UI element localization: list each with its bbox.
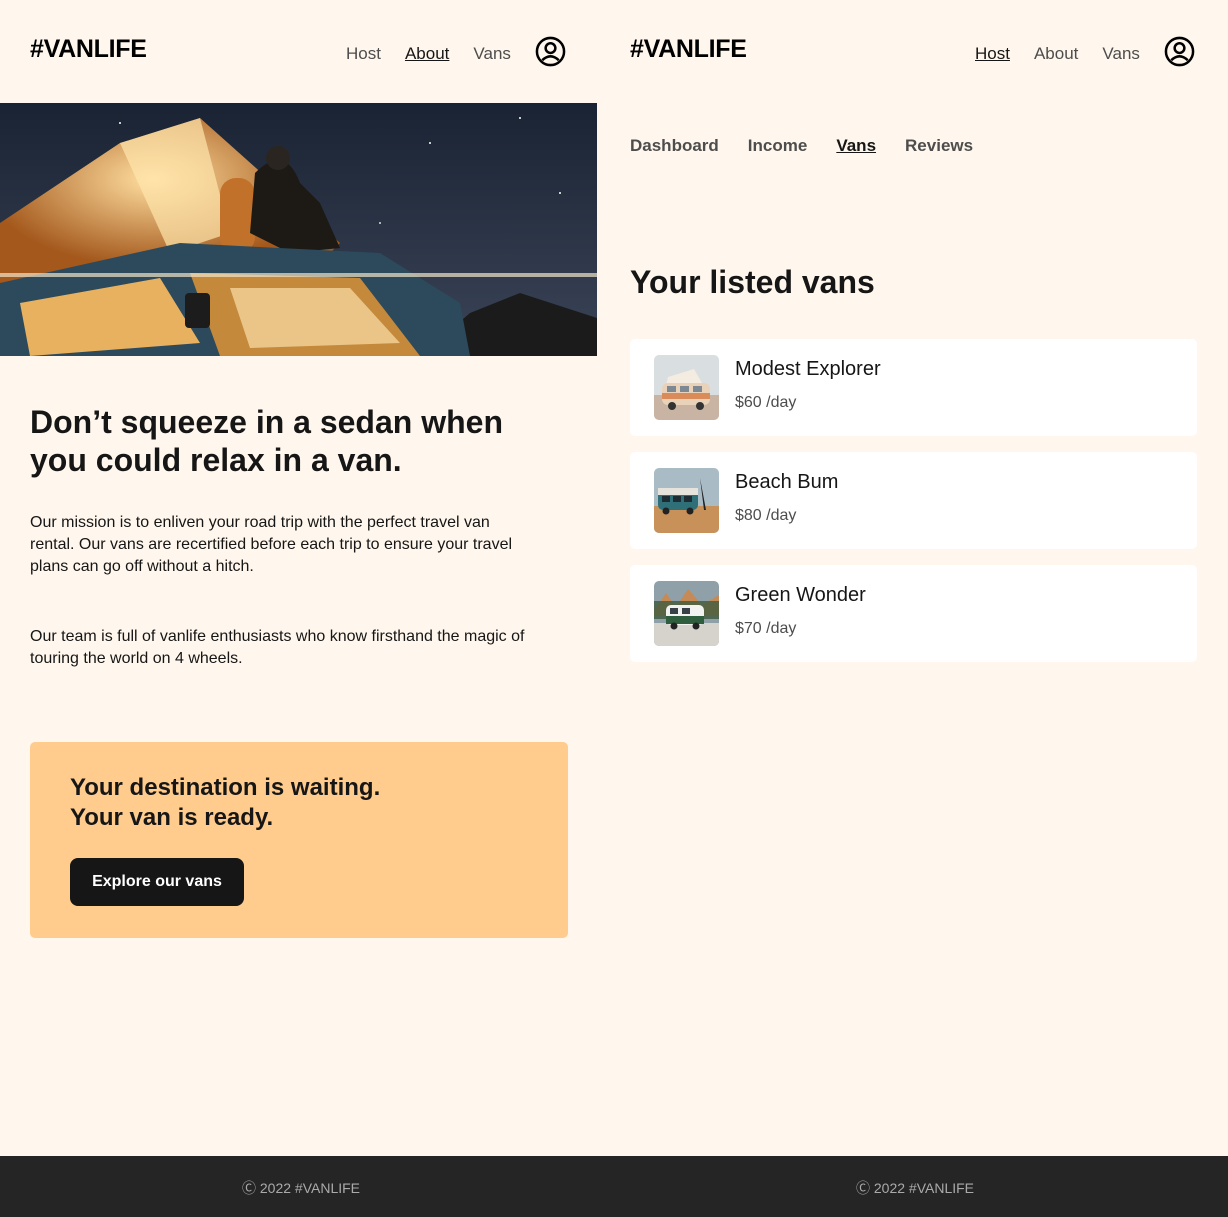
mission-line: Our mission is to enliven your road trip… xyxy=(30,514,490,531)
van-price: $60 /day xyxy=(735,394,797,411)
van-price: $80 /day xyxy=(735,507,797,524)
main-nav: Host About Vans xyxy=(346,36,566,67)
nav-link-vans[interactable]: Vans xyxy=(473,44,511,64)
cta-heading-line: Your van is ready. xyxy=(70,804,274,831)
nav-link-host[interactable]: Host xyxy=(346,44,381,64)
about-title-line: you could relax in a van. xyxy=(30,442,402,478)
site-logo[interactable]: #VANLIFE xyxy=(630,35,747,64)
nav-link-vans[interactable]: Vans xyxy=(1102,44,1140,64)
van-thumbnail xyxy=(654,581,719,646)
user-circle-icon[interactable] xyxy=(1164,36,1195,67)
host-nav: Dashboard Income Vans Reviews xyxy=(630,136,1002,156)
van-name: Beach Bum xyxy=(735,471,839,493)
footer-copyright: Ⓒ 2022 #VANLIFE xyxy=(856,1180,975,1196)
user-circle-icon[interactable] xyxy=(535,36,566,67)
explore-vans-button[interactable]: Explore our vans xyxy=(70,858,244,906)
host-tab-dashboard[interactable]: Dashboard xyxy=(630,136,719,156)
host-tab-reviews[interactable]: Reviews xyxy=(905,136,973,156)
host-tab-income[interactable]: Income xyxy=(748,136,808,156)
about-title: Don’t squeeze in a sedan when you could … xyxy=(30,403,570,479)
footer-copyright: Ⓒ 2022 #VANLIFE xyxy=(242,1180,361,1196)
main-nav: Host About Vans xyxy=(975,36,1195,67)
hero-image xyxy=(0,103,597,356)
van-card[interactable]: Green Wonder $70 /day xyxy=(630,565,1197,662)
van-card[interactable]: Modest Explorer $60 /day xyxy=(630,339,1197,436)
cta-heading-line: Your destination is waiting. xyxy=(70,774,381,801)
team-line: Our team is full of vanlife enthusiasts … xyxy=(30,628,525,645)
host-tab-vans[interactable]: Vans xyxy=(836,136,876,156)
nav-link-about[interactable]: About xyxy=(405,44,449,64)
site-logo[interactable]: #VANLIFE xyxy=(30,35,147,64)
van-name: Green Wonder xyxy=(735,584,866,606)
nav-link-host[interactable]: Host xyxy=(975,44,1010,64)
about-title-line: Don’t squeeze in a sedan when xyxy=(30,404,503,440)
mission-line: plans can go off without a hitch. xyxy=(30,558,254,575)
site-header: #VANLIFE Host About Vans xyxy=(0,0,598,103)
about-page: #VANLIFE Host About Vans Don’t squeeze i… xyxy=(0,0,598,1156)
mission-paragraph: Our mission is to enliven your road trip… xyxy=(30,512,575,578)
van-thumbnail xyxy=(654,468,719,533)
team-line: touring the world on 4 wheels. xyxy=(30,650,243,667)
site-header: #VANLIFE Host About Vans xyxy=(600,0,1228,103)
van-price: $70 /day xyxy=(735,620,797,637)
cta-banner: Your destination is waiting. Your van is… xyxy=(30,742,568,938)
van-list: Modest Explorer $60 /day Beach Bum $80 /… xyxy=(630,339,1197,678)
page-title: Your listed vans xyxy=(630,264,875,300)
van-thumbnail xyxy=(654,355,719,420)
site-footer: Ⓒ 2022 #VANLIFE Ⓒ 2022 #VANLIFE xyxy=(0,1156,1228,1217)
nav-link-about[interactable]: About xyxy=(1034,44,1078,64)
mission-line: rental. Our vans are recertified before … xyxy=(30,536,513,553)
van-name: Modest Explorer xyxy=(735,358,881,380)
host-vans-page: #VANLIFE Host About Vans Dashboard Incom… xyxy=(600,0,1228,1156)
van-card[interactable]: Beach Bum $80 /day xyxy=(630,452,1197,549)
team-paragraph: Our team is full of vanlife enthusiasts … xyxy=(30,626,575,670)
